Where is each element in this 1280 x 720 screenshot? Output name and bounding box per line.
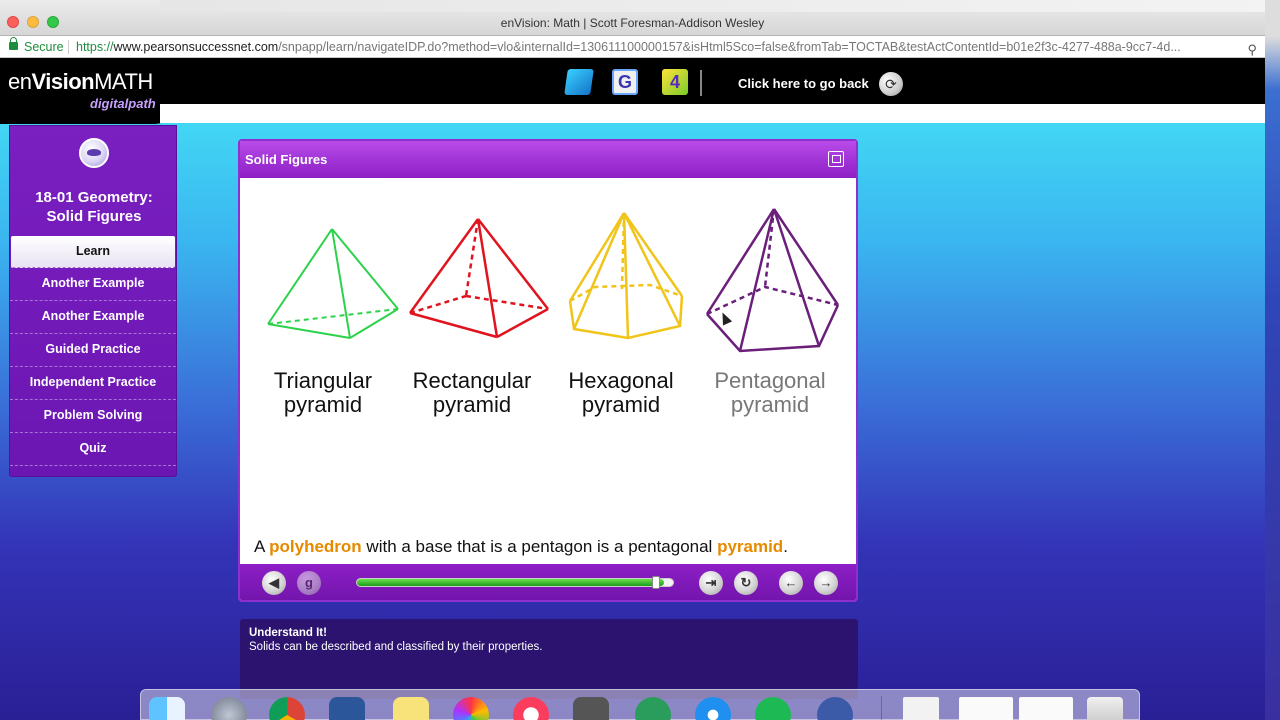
nav-item-problem-solving[interactable]: Problem Solving	[10, 400, 176, 433]
url-protocol: https://	[76, 40, 114, 54]
glossary-button[interactable]: g	[297, 571, 321, 595]
window-titlebar: enVision: Math | Scott Foresman-Addison …	[0, 0, 1280, 36]
exit-button[interactable]: ⇥	[699, 571, 723, 595]
finder-icon[interactable]	[149, 697, 185, 720]
triangular-pyramid-drawing	[267, 228, 399, 339]
logo-digitalpath: digitalpath	[90, 96, 156, 111]
label-rectangular: Rectangular	[412, 368, 532, 393]
progress-fill	[357, 579, 664, 586]
url-host: www.pearsonsuccessnet.com	[113, 40, 279, 54]
lock-icon	[9, 37, 18, 50]
trash-icon[interactable]	[1087, 697, 1123, 720]
label-hexagonal-pyramid: Hexagonal pyramid	[546, 369, 696, 417]
panel-title: Solid Figures	[245, 152, 328, 167]
launchpad-icon[interactable]	[211, 697, 247, 720]
nav-item-learn[interactable]: Learn	[11, 236, 175, 268]
lesson-sidebar: 18-01 Geometry: Solid Figures Learn Anot…	[9, 125, 177, 477]
lesson-title: 18-01 Geometry: Solid Figures	[14, 188, 174, 226]
rectangular-pyramid-drawing	[408, 218, 549, 339]
back-button[interactable]: ◀	[262, 571, 286, 595]
address-bar[interactable]: Secure https://www.pearsonsuccessnet.com…	[0, 36, 1265, 58]
caption-polyhedron[interactable]: polyhedron	[269, 537, 362, 556]
glossary-tool-icon[interactable]: G	[612, 69, 638, 95]
lesson-title-line1: 18-01 Geometry:	[35, 189, 153, 206]
screenshot-thumbnail-icon[interactable]	[959, 697, 1013, 720]
header-underbar	[160, 104, 1265, 123]
url-path: /snpapp/learn/navigateIDP.do?method=vlo&…	[278, 40, 1181, 54]
lesson-title-line2: Solid Figures	[46, 208, 142, 225]
go-back-link[interactable]: Click here to go back	[738, 76, 869, 91]
screenshot-thumbnail-icon-2[interactable]	[1019, 697, 1073, 720]
restore-icon[interactable]	[828, 151, 844, 167]
label-pentagonal-pyramid: Pentagonal pyramid	[695, 369, 845, 417]
app-icon[interactable]	[635, 697, 671, 720]
label-rectangular-pyramid: Rectangular pyramid	[397, 369, 547, 417]
label-pyramid-1: pyramid	[283, 392, 363, 417]
lesson-nav: Learn Another Example Another Example Gu…	[10, 236, 176, 466]
nav-item-guided-practice[interactable]: Guided Practice	[10, 334, 176, 367]
system-preferences-icon[interactable]	[573, 697, 609, 720]
hexagonal-pyramid-drawing	[568, 212, 684, 340]
logo-vision: Vision	[31, 69, 95, 94]
notes-body: Solids can be described and classified b…	[249, 641, 543, 653]
url-text[interactable]: https://www.pearsonsuccessnet.com/snpapp…	[76, 36, 1236, 58]
solid-figures-panel: Solid Figures Triangular pyramid Rectang…	[238, 139, 858, 602]
caption-pre: A	[254, 537, 270, 556]
toolbar-divider	[700, 70, 702, 96]
logo-math: MATH	[94, 69, 153, 94]
definition-caption: A polyhedron with a base that is a penta…	[254, 537, 788, 557]
quicktime-icon[interactable]	[817, 697, 853, 720]
progress-bar[interactable]	[356, 576, 674, 589]
logo-curve: digitalpath	[0, 96, 175, 124]
secure-label: Secure	[24, 40, 64, 54]
photos-icon[interactable]	[453, 697, 489, 720]
safari-icon[interactable]	[695, 697, 731, 720]
understand-it-notes: Understand It! Solids can be described a…	[240, 619, 858, 699]
background-tabs	[160, 0, 1280, 12]
chrome-icon[interactable]	[269, 697, 305, 720]
label-triangular-pyramid: Triangular pyramid	[248, 369, 398, 417]
url-divider	[68, 40, 69, 54]
nav-item-quiz[interactable]: Quiz	[10, 433, 176, 466]
nav-item-another-example-2[interactable]: Another Example	[10, 301, 176, 334]
go-back-icon[interactable]: ⟳	[879, 72, 903, 96]
label-pyramid-4: pyramid	[730, 392, 810, 417]
student-etext-icon[interactable]	[564, 69, 594, 95]
caption-mid: with a base that is a pentagon is a pent…	[361, 537, 718, 556]
progress-handle[interactable]	[651, 576, 660, 589]
label-pyramid-3: pyramid	[581, 392, 661, 417]
pentagonal-pyramid-drawing	[705, 208, 840, 353]
nav-item-independent-practice[interactable]: Independent Practice	[10, 367, 176, 400]
document-stack-icon[interactable]	[903, 697, 939, 720]
notes-heading: Understand It!	[249, 627, 327, 639]
panel-header: Solid Figures	[240, 141, 856, 178]
globe-icon[interactable]	[79, 138, 109, 168]
word-icon[interactable]	[329, 697, 365, 720]
envision-math-logo: enVisionMATH	[8, 69, 153, 95]
window-title: enVision: Math | Scott Foresman-Addison …	[500, 16, 765, 30]
next-button[interactable]: →	[814, 571, 838, 595]
macos-dock	[140, 689, 1140, 720]
label-pentagonal: Pentagonal	[714, 368, 826, 393]
itunes-icon[interactable]	[513, 697, 549, 720]
notes-icon[interactable]	[393, 697, 429, 720]
page-scrollbar[interactable]	[1265, 0, 1280, 720]
dock-divider	[881, 696, 882, 720]
grade-tool-icon[interactable]: 4	[662, 69, 688, 95]
label-triangular: Triangular	[273, 368, 373, 393]
app-header: enVisionMATH G 4 Click here to go back ⟳	[0, 58, 1265, 104]
previous-button[interactable]: ←	[779, 571, 803, 595]
player-controls: ◀ g ⇥ ↻ ← →	[240, 564, 856, 600]
replay-button[interactable]: ↻	[734, 571, 758, 595]
spotify-icon[interactable]	[755, 697, 791, 720]
nav-item-another-example-1[interactable]: Another Example	[10, 268, 176, 301]
logo-en: en	[8, 69, 32, 94]
caption-pyramid[interactable]: pyramid	[717, 537, 783, 556]
label-hexagonal: Hexagonal	[568, 368, 674, 393]
caption-post: .	[783, 537, 788, 556]
label-pyramid-2: pyramid	[432, 392, 512, 417]
